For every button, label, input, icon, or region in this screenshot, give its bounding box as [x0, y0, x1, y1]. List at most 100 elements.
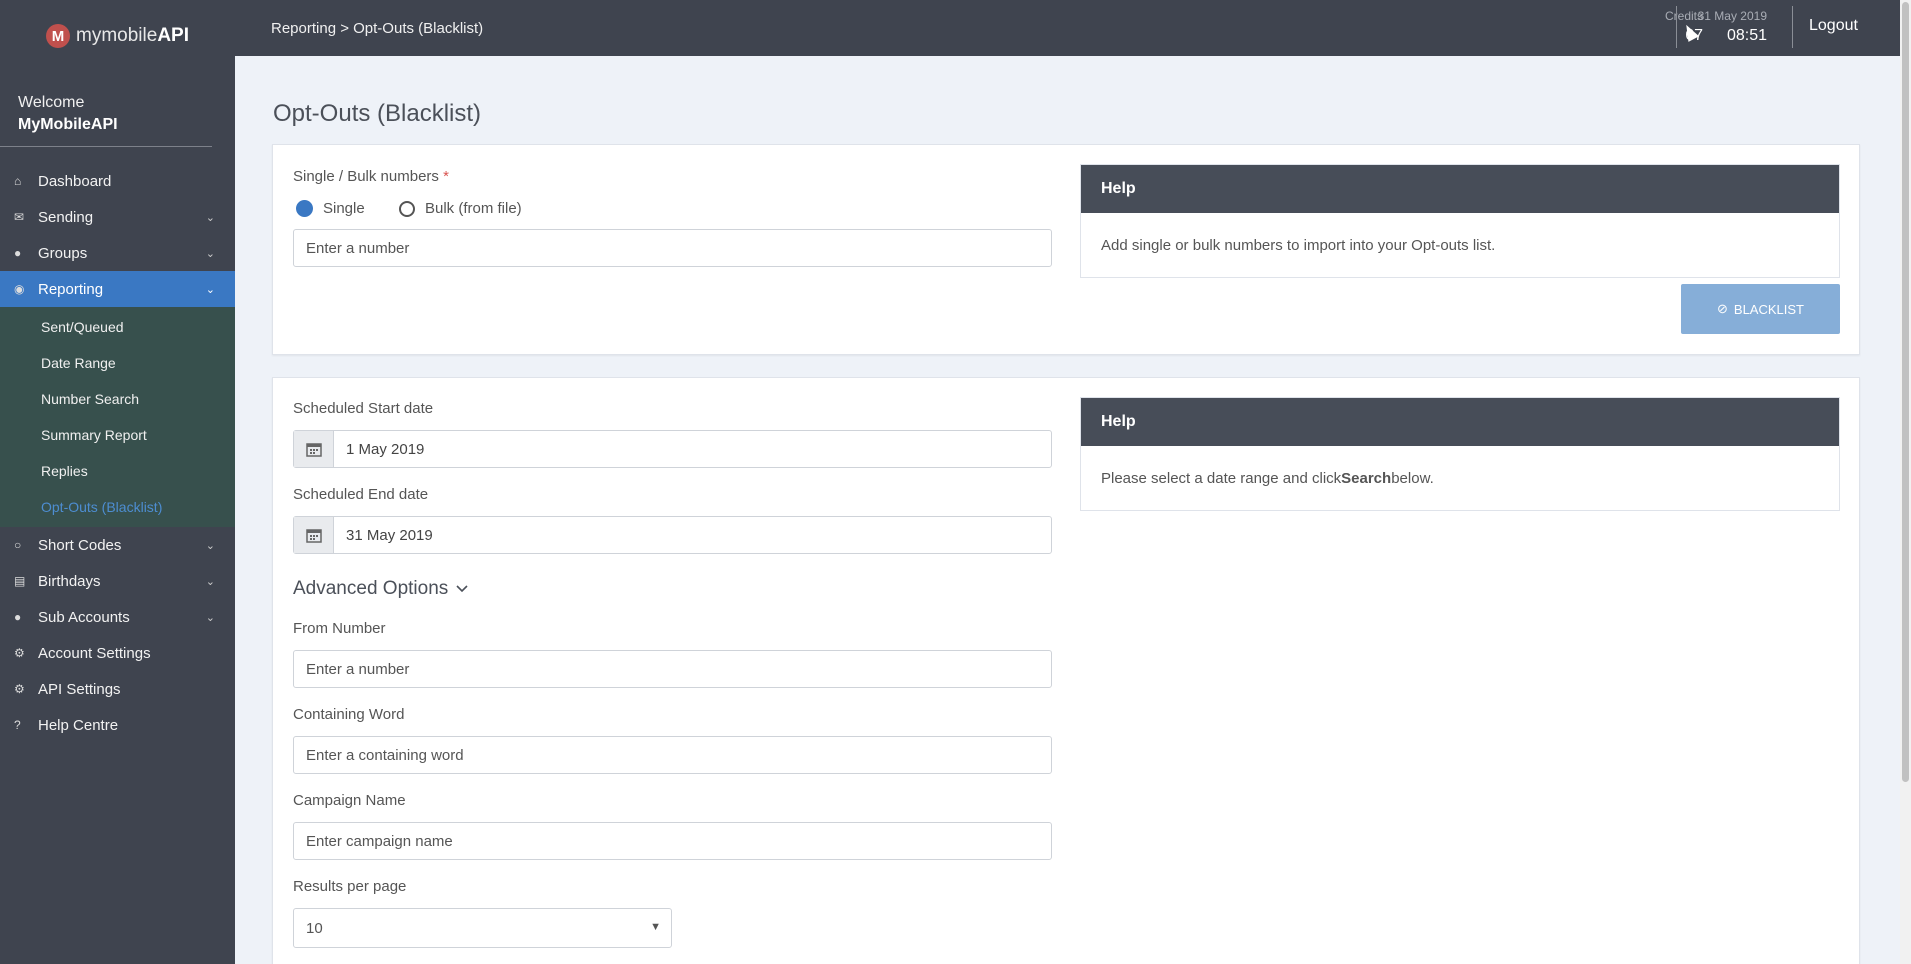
from-number-input[interactable]: Enter a number [293, 650, 1052, 688]
results-per-page-value: 10 [306, 919, 323, 937]
submenu-item-replies[interactable]: Replies [0, 453, 235, 489]
end-date-value: 31 May 2019 [346, 526, 433, 544]
campaign-name-label: Campaign Name [293, 792, 406, 809]
sidebar-item-sending[interactable]: ✉ Sending ⌄ [0, 199, 235, 235]
chevron-down-icon: ⌄ [205, 611, 215, 624]
welcome-greeting: Welcome [18, 94, 85, 111]
containing-word-placeholder: Enter a containing word [306, 746, 464, 764]
brand-logo[interactable]: M mymobileAPI [0, 0, 235, 72]
current-time: 08:51 [1726, 27, 1767, 44]
campaign-name-input[interactable]: Enter campaign name [293, 822, 1052, 860]
number-input[interactable]: Enter a number [293, 229, 1052, 267]
start-date-value: 1 May 2019 [346, 440, 425, 458]
end-date-label: Scheduled End date [293, 486, 429, 503]
divider [1792, 6, 1793, 48]
help-text-pre: Please select a date range and click [1101, 469, 1342, 487]
reporting-submenu: Sent/Queued Date Range Number Search Sum… [0, 307, 235, 527]
radio-bulk[interactable]: Bulk (from file) [399, 200, 522, 217]
chevron-down-icon: ⌄ [205, 539, 215, 552]
page-scrollbar[interactable] [1900, 0, 1911, 964]
users-icon: ● [14, 246, 22, 260]
date-time-display: 31 May 2019 08:51 [1690, 9, 1767, 45]
dashboard-gauge-icon: ◉ [14, 282, 25, 296]
scrollbar-thumb[interactable] [1902, 2, 1909, 782]
blacklist-button[interactable]: ⊘ BLACKLIST [1681, 284, 1840, 334]
dropdown-arrow-icon: ▼ [650, 921, 661, 933]
sidebar: M mymobileAPI Welcome MyMobileAPI ⌂ Dash… [0, 0, 235, 964]
sidebar-item-sub-accounts[interactable]: ● Sub Accounts ⌄ [0, 599, 235, 635]
sidebar-item-label: Dashboard [38, 172, 112, 190]
chat-icon: ○ [14, 538, 22, 552]
sidebar-item-groups[interactable]: ● Groups ⌄ [0, 235, 235, 271]
results-per-page-label: Results per page [293, 878, 407, 895]
help-text-bold: Search [1341, 469, 1392, 487]
sidebar-item-short-codes[interactable]: ○ Short Codes ⌄ [0, 527, 235, 563]
sidebar-item-reporting[interactable]: ◉ Reporting ⌄ [0, 271, 235, 307]
from-number-label: From Number [293, 620, 386, 637]
user-plus-icon: ● [14, 610, 22, 624]
chevron-down-icon: ⌄ [205, 575, 215, 588]
sidebar-item-label: Short Codes [38, 536, 122, 554]
numbers-label: Single / Bulk numbers * [293, 168, 449, 185]
sidebar-item-account-settings[interactable]: ⚙ Account Settings [0, 635, 235, 671]
sidebar-item-api-settings[interactable]: ⚙ API Settings [0, 671, 235, 707]
sidebar-item-label: Help Centre [38, 716, 119, 734]
sidebar-item-label: Birthdays [38, 572, 101, 590]
help-box-search: Help Please select a date range and clic… [1080, 397, 1840, 511]
blacklist-button-label: BLACKLIST [1733, 301, 1804, 317]
campaign-name-placeholder: Enter campaign name [306, 832, 453, 850]
submenu-item-date-range[interactable]: Date Range [0, 345, 235, 381]
current-date: 31 May 2019 [1697, 9, 1767, 23]
advanced-options-toggle[interactable]: Advanced Options [293, 578, 468, 600]
start-date-picker[interactable]: 1 May 2019 [293, 430, 1052, 468]
ban-icon: ⊘ [1717, 301, 1728, 316]
submenu-item-sent-queued[interactable]: Sent/Queued [0, 309, 235, 345]
logo-text-light: mymobile [76, 25, 158, 46]
submenu-item-opt-outs[interactable]: Opt-Outs (Blacklist) [0, 489, 235, 525]
gear-icon: ⚙ [14, 646, 25, 660]
start-date-label: Scheduled Start date [293, 400, 434, 417]
sidebar-item-label: API Settings [38, 680, 121, 698]
chevron-down-icon: ⌄ [205, 283, 215, 296]
results-per-page-select[interactable]: 10 ▼ [293, 908, 672, 948]
divider [1676, 6, 1677, 48]
help-title: Help [1081, 165, 1839, 213]
radio-bulk-label: Bulk (from file) [425, 200, 522, 217]
cogs-icon: ⚙ [14, 682, 25, 696]
help-text-post: below. [1391, 469, 1434, 487]
end-date-picker[interactable]: 31 May 2019 [293, 516, 1052, 554]
chevron-down-icon: ⌄ [205, 211, 215, 224]
top-bar: Reporting > Opt-Outs (Blacklist) Credits… [235, 0, 1901, 56]
sidebar-item-label: Groups [38, 244, 88, 262]
envelope-icon: ✉ [14, 210, 25, 224]
radio-unselected-icon [399, 200, 415, 217]
logout-button[interactable]: Logout [1809, 17, 1858, 35]
containing-word-input[interactable]: Enter a containing word [293, 736, 1052, 774]
from-number-placeholder: Enter a number [306, 660, 410, 678]
submenu-item-summary-report[interactable]: Summary Report [0, 417, 235, 453]
help-text: Add single or bulk numbers to import int… [1101, 236, 1496, 254]
radio-single-label: Single [323, 200, 365, 217]
radio-single[interactable]: Single [296, 200, 365, 217]
chevron-down-icon [456, 585, 468, 593]
help-title: Help [1081, 398, 1839, 446]
cake-icon: ▤ [14, 574, 26, 588]
help-box-import: Help Add single or bulk numbers to impor… [1080, 164, 1840, 278]
calendar-icon [294, 517, 334, 553]
sidebar-item-label: Sending [38, 208, 94, 226]
submenu-item-number-search[interactable]: Number Search [0, 381, 235, 417]
sidebar-item-label: Sub Accounts [38, 608, 130, 626]
required-mark: * [443, 168, 449, 185]
sidebar-item-label: Reporting [38, 280, 104, 298]
sidebar-nav: ⌂ Dashboard ✉ Sending ⌄ ● Groups ⌄ ◉ Rep… [0, 163, 235, 743]
sidebar-item-birthdays[interactable]: ▤ Birthdays ⌄ [0, 563, 235, 599]
containing-word-label: Containing Word [293, 706, 405, 723]
sidebar-item-help-centre[interactable]: ? Help Centre [0, 707, 235, 743]
breadcrumb: Reporting > Opt-Outs (Blacklist) [271, 20, 484, 37]
welcome-block: Welcome MyMobileAPI [0, 72, 212, 147]
logo-mark-icon: M [46, 24, 70, 48]
logo-text-bold: API [157, 25, 189, 46]
help-text: Please select a date range and click Sea… [1081, 446, 1839, 510]
page-title: Opt-Outs (Blacklist) [273, 100, 482, 127]
sidebar-item-dashboard[interactable]: ⌂ Dashboard [0, 163, 235, 199]
